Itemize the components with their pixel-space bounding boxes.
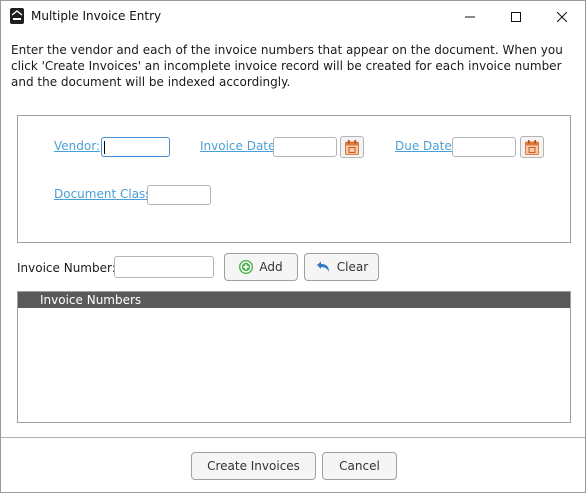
clear-button-label: Clear: [336, 260, 369, 274]
invoice-date-calendar-button[interactable]: [340, 136, 364, 158]
add-button[interactable]: Add: [224, 253, 298, 281]
due-date-link[interactable]: Due Date:: [395, 139, 456, 153]
close-button[interactable]: [539, 1, 585, 32]
dialog-window: Multiple Invoice Entry Enter the vendor …: [0, 0, 586, 493]
vendor-link[interactable]: Vendor:: [54, 139, 100, 153]
vendor-input[interactable]: [101, 137, 170, 157]
cancel-label: Cancel: [339, 459, 380, 473]
window-title: Multiple Invoice Entry: [31, 9, 162, 23]
document-class-input[interactable]: [147, 185, 211, 205]
invoice-number-input[interactable]: [114, 256, 214, 278]
invoice-date-link[interactable]: Invoice Date:: [200, 139, 279, 153]
plus-circle-icon: [239, 260, 254, 274]
clear-button[interactable]: Clear: [304, 253, 379, 281]
maximize-icon: [511, 11, 521, 22]
title-bar: Multiple Invoice Entry: [1, 1, 585, 32]
maximize-button[interactable]: [493, 1, 539, 32]
invoice-number-label: Invoice Number:: [17, 261, 116, 275]
invoice-numbers-list[interactable]: Invoice Numbers: [17, 291, 571, 423]
instructions-text: Enter the vendor and each of the invoice…: [11, 43, 563, 89]
create-invoices-label: Create Invoices: [207, 459, 300, 473]
close-icon: [557, 11, 567, 22]
calendar-icon: [345, 139, 359, 155]
criteria-panel: Vendor: Invoice Date: Due Date: Document…: [17, 115, 571, 243]
due-date-calendar-button[interactable]: [520, 136, 544, 158]
footer-divider: [1, 437, 585, 438]
list-header: Invoice Numbers: [18, 292, 570, 308]
minimize-icon: [465, 16, 475, 17]
add-button-label: Add: [259, 260, 283, 274]
app-logo-icon: [10, 8, 24, 24]
invoice-date-input[interactable]: [273, 137, 337, 157]
document-class-link[interactable]: Document Class:: [54, 187, 156, 201]
invoice-numbers-column-header: Invoice Numbers: [40, 293, 142, 307]
minimize-button[interactable]: [447, 1, 493, 32]
due-date-input[interactable]: [452, 137, 516, 157]
create-invoices-button[interactable]: Create Invoices: [191, 452, 316, 480]
undo-arrow-icon: [315, 260, 331, 274]
cancel-button[interactable]: Cancel: [322, 452, 397, 480]
calendar-icon: [525, 139, 539, 155]
text-caret: [104, 141, 105, 154]
